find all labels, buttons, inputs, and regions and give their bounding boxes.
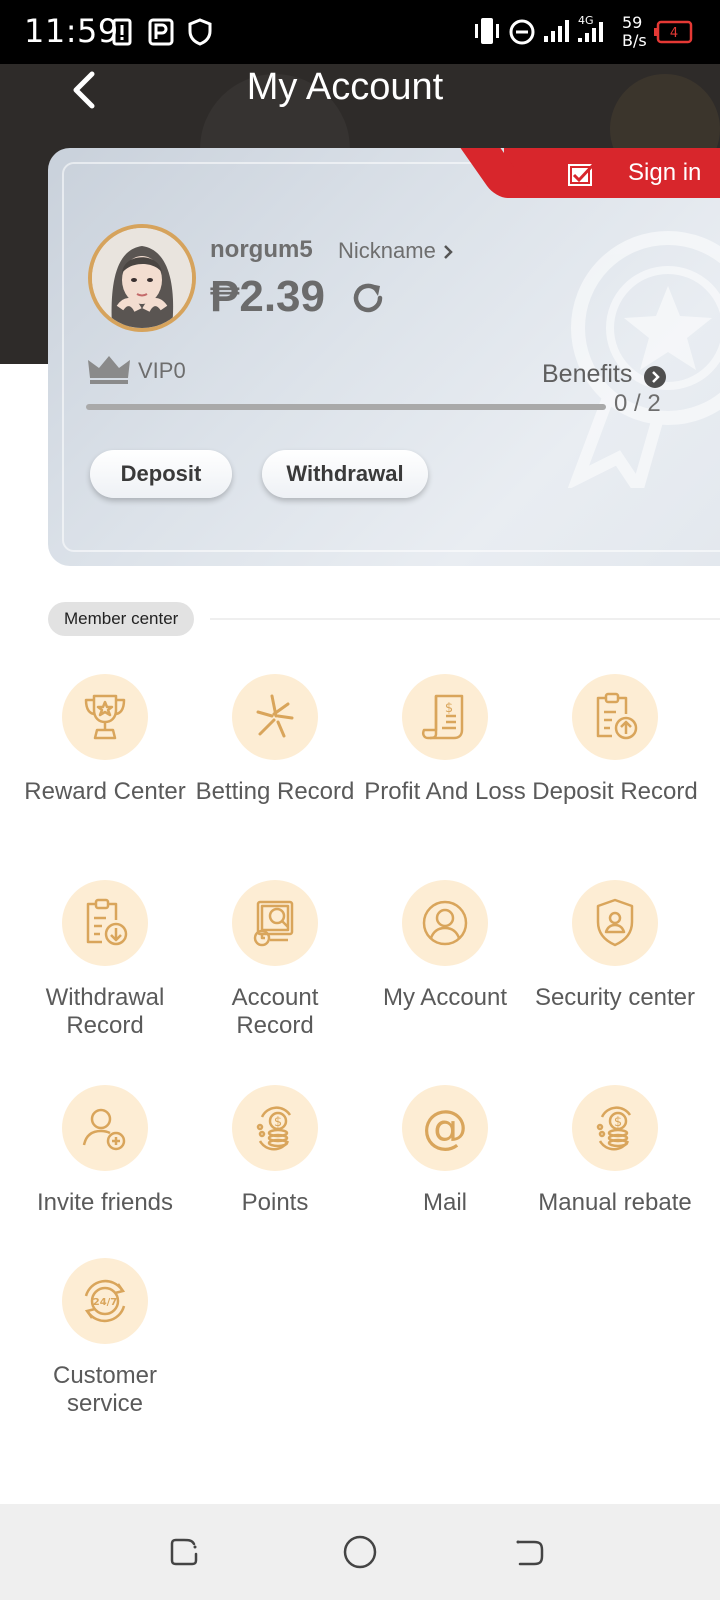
- grid-item-label: Betting Record: [195, 778, 355, 805]
- grid-item-customer-service[interactable]: 24/7 Customer service: [20, 1258, 190, 1418]
- withdrawal-button[interactable]: Withdrawal: [262, 450, 428, 498]
- vip-progress-bar: [86, 404, 606, 410]
- vip-progress-text: 0 / 2: [614, 390, 661, 417]
- network-speed-unit: B/s: [622, 31, 647, 50]
- battery-icon: 4: [654, 20, 693, 44]
- svg-text:4: 4: [670, 26, 678, 41]
- svg-text:$: $: [614, 1115, 622, 1130]
- grid-item-label: Withdrawal Record: [45, 984, 165, 1039]
- svg-text:$: $: [274, 1115, 282, 1130]
- grid-item-withdrawal-record[interactable]: Withdrawal Record: [20, 880, 190, 1040]
- system-navigation-bar: [0, 1504, 720, 1600]
- card-watermark-icon: [567, 231, 720, 488]
- nickname-label: Nickname: [338, 238, 436, 263]
- member-center-label: Member center: [48, 602, 195, 636]
- chevron-right-icon: [444, 245, 453, 260]
- balance-amount: ₱2.39: [210, 272, 325, 321]
- grid-item-manual-rebate[interactable]: $ Manual rebate: [530, 1085, 700, 1217]
- status-bar: 11:59 4G 59 B/s 4: [0, 0, 720, 64]
- deposit-record-icon: [572, 674, 658, 760]
- account-card: Sign in norgum5 Nickname ₱2.39 VIP0 Bene…: [48, 148, 720, 566]
- sign-in-button[interactable]: Sign in: [504, 148, 720, 198]
- coins-icon: $: [232, 1085, 318, 1171]
- status-time: 11:59: [24, 12, 119, 50]
- grid-item-label: Customer service: [52, 1362, 158, 1417]
- grid-item-label: Deposit Record: [532, 778, 698, 805]
- add-user-icon: [62, 1085, 148, 1171]
- betting-record-icon: [232, 674, 318, 760]
- parking-icon: [148, 18, 174, 46]
- vip-level: VIP0: [138, 358, 186, 383]
- svg-text:24/7: 24/7: [93, 1297, 118, 1308]
- svg-text:4G: 4G: [578, 14, 594, 27]
- receipt-dollar-icon: $: [402, 674, 488, 760]
- grid-item-mail[interactable]: @ Mail: [360, 1085, 530, 1217]
- grid-item-profit-and-loss[interactable]: $ Profit And Loss: [360, 674, 530, 806]
- rebate-coins-icon: $: [572, 1085, 658, 1171]
- grid-item-deposit-record[interactable]: Deposit Record: [530, 674, 700, 806]
- network-speed: 59 B/s: [622, 14, 647, 50]
- grid-item-label: Profit And Loss: [364, 778, 526, 805]
- grid-item-label: Points: [241, 1189, 309, 1216]
- grid-item-label: Manual rebate: [538, 1189, 692, 1216]
- signal-icon: [544, 20, 569, 42]
- checkbox-icon: [568, 162, 596, 186]
- recent-apps-button[interactable]: [166, 1534, 202, 1570]
- deposit-button[interactable]: Deposit: [90, 450, 232, 498]
- grid-item-security-center[interactable]: Security center: [530, 880, 700, 1012]
- divider: [210, 618, 720, 620]
- vibrate-icon: [475, 18, 499, 44]
- grid-item-betting-record[interactable]: Betting Record: [190, 674, 360, 806]
- username: norgum5: [210, 236, 313, 263]
- nickname-link[interactable]: Nickname: [338, 238, 454, 264]
- grid-item-account-record[interactable]: Account Record: [190, 880, 360, 1040]
- grid-item-label: Reward Center: [24, 778, 186, 805]
- refresh-icon[interactable]: [348, 278, 388, 318]
- avatar[interactable]: [88, 224, 196, 332]
- signal-4g-icon: 4G: [578, 14, 603, 42]
- support-24-7-icon: 24/7: [62, 1258, 148, 1344]
- grid-item-label: Security center: [534, 984, 696, 1011]
- grid-item-points[interactable]: $ Points: [190, 1085, 360, 1217]
- trophy-icon: [62, 674, 148, 760]
- page-title: My Account: [246, 66, 444, 108]
- grid-item-my-account[interactable]: My Account: [360, 880, 530, 1012]
- do-not-disturb-icon: [509, 19, 535, 45]
- shield-icon: [188, 18, 212, 46]
- grid-item-label: My Account: [382, 984, 508, 1011]
- grid-item-label: Invite friends: [36, 1189, 174, 1216]
- crown-icon: [88, 356, 130, 384]
- grid-item-reward-center[interactable]: Reward Center: [20, 674, 190, 806]
- withdrawal-record-icon: [62, 880, 148, 966]
- back-nav-button[interactable]: [512, 1534, 548, 1570]
- svg-text:$: $: [445, 701, 453, 716]
- benefits-link[interactable]: Benefits: [542, 360, 632, 389]
- home-button[interactable]: [342, 1534, 378, 1570]
- avatar-image: [92, 228, 192, 328]
- account-record-icon: [232, 880, 318, 966]
- grid-item-invite-friends[interactable]: Invite friends: [20, 1085, 190, 1217]
- network-speed-value: 59: [622, 13, 643, 32]
- chevron-circle-right-icon[interactable]: [644, 366, 666, 388]
- svg-text:@: @: [422, 1101, 468, 1154]
- user-icon: [402, 880, 488, 966]
- shield-user-icon: [572, 880, 658, 966]
- grid-item-label: Account Record: [231, 984, 319, 1039]
- at-sign-icon: @: [402, 1085, 488, 1171]
- grid-item-label: Mail: [422, 1189, 467, 1216]
- sign-in-label: Sign in: [628, 159, 702, 186]
- alert-icon: [112, 18, 132, 46]
